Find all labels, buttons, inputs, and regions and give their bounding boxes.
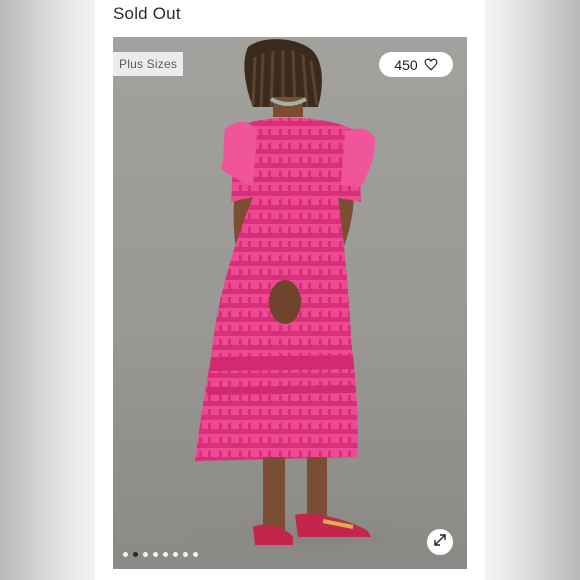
gallery-dot[interactable] (133, 552, 138, 557)
size-category-tag: Plus Sizes (113, 52, 184, 76)
gallery-dot[interactable] (143, 552, 148, 557)
gallery-pagination (123, 552, 198, 557)
gallery-dot[interactable] (163, 552, 168, 557)
gallery-dot[interactable] (183, 552, 188, 557)
status-label: Sold Out (113, 4, 181, 23)
gallery-dot[interactable] (193, 552, 198, 557)
gallery-dot[interactable] (123, 552, 128, 557)
gallery-dot[interactable] (173, 552, 178, 557)
expand-icon (433, 533, 447, 552)
expand-button[interactable] (427, 529, 453, 555)
product-photo[interactable]: Plus Sizes 450 (113, 37, 467, 569)
dress-photo-illustration (163, 39, 463, 562)
like-count: 450 (394, 56, 418, 73)
left-backdrop (0, 0, 95, 580)
right-backdrop (485, 0, 580, 580)
gallery-dot[interactable] (153, 552, 158, 557)
heart-icon (424, 58, 438, 71)
like-button[interactable]: 450 (379, 52, 453, 77)
listing-card: Sold Out Plus Sizes 450 (95, 0, 485, 580)
